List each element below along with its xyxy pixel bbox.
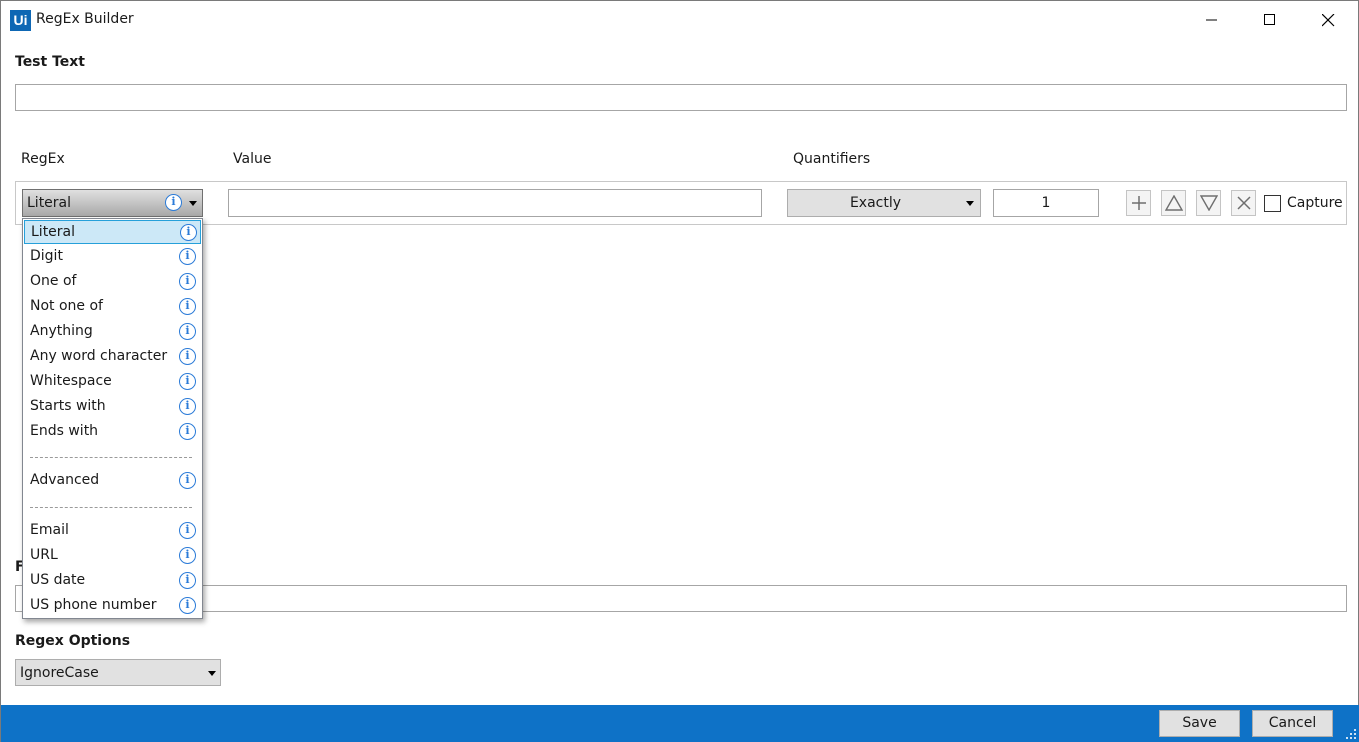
info-icon[interactable]: i <box>180 224 197 241</box>
dropdown-item-label: Anything <box>30 323 93 339</box>
regex-options-label: Regex Options <box>15 633 131 649</box>
triangle-down-icon <box>1199 195 1218 211</box>
info-icon[interactable]: i <box>179 572 196 589</box>
dropdown-item-anything[interactable]: Anything i <box>24 320 201 344</box>
capture-checkbox[interactable] <box>1264 195 1281 212</box>
chevron-down-icon <box>208 671 216 676</box>
dropdown-item-label: Digit <box>30 248 63 264</box>
regex-column-label: RegEx <box>21 151 65 167</box>
chevron-down-icon <box>966 201 974 206</box>
dropdown-item-whitespace[interactable]: Whitespace i <box>24 370 201 394</box>
quantifier-value: Exactly <box>849 195 902 211</box>
dropdown-item-label: Any word character <box>30 348 168 364</box>
regex-options-value: IgnoreCase <box>20 665 99 681</box>
value-input[interactable] <box>228 189 762 217</box>
uipath-logo-icon: Ui <box>10 10 31 31</box>
info-icon[interactable]: i <box>179 323 196 340</box>
plus-icon <box>1131 196 1146 210</box>
info-icon[interactable]: i <box>179 248 196 265</box>
dropdown-separator <box>30 457 192 458</box>
save-button[interactable]: Save <box>1159 710 1240 737</box>
add-row-button[interactable] <box>1126 190 1151 216</box>
regex-type-combo[interactable]: Literal i <box>22 189 203 217</box>
dropdown-separator <box>30 507 192 508</box>
quantifiers-column-label: Quantifiers <box>793 151 871 167</box>
dropdown-item-url[interactable]: URL i <box>24 544 201 568</box>
dropdown-item-one-of[interactable]: One of i <box>24 270 201 294</box>
close-button[interactable] <box>1299 1 1357 39</box>
info-icon[interactable]: i <box>165 194 182 211</box>
dropdown-item-label: One of <box>30 273 77 289</box>
maximize-button[interactable] <box>1241 1 1299 39</box>
delete-row-button[interactable] <box>1231 190 1256 216</box>
dropdown-item-us-phone-number[interactable]: US phone number i <box>24 594 201 618</box>
info-icon[interactable]: i <box>179 547 196 564</box>
dropdown-item-label: Whitespace <box>30 373 112 389</box>
dropdown-item-label: Ends with <box>30 423 99 439</box>
dropdown-item-starts-with[interactable]: Starts with i <box>24 395 201 419</box>
quantifier-combo[interactable]: Exactly <box>787 189 981 217</box>
dropdown-item-label: US phone number <box>30 597 157 613</box>
quantifier-count-input[interactable]: 1 <box>993 189 1099 217</box>
dropdown-item-literal[interactable]: Literal i <box>24 220 201 244</box>
minimize-button[interactable] <box>1183 1 1241 39</box>
regex-builder-window: Ui RegEx Builder Test Text RegEx Value Q… <box>0 0 1359 742</box>
move-up-button[interactable] <box>1161 190 1186 216</box>
dropdown-item-label: Starts with <box>30 398 106 414</box>
result-input[interactable] <box>15 585 1347 612</box>
cancel-button[interactable]: Cancel <box>1252 710 1333 737</box>
info-icon[interactable]: i <box>179 348 196 365</box>
resize-grip-icon[interactable] <box>1345 728 1357 740</box>
regex-type-dropdown: Literal i Digit i One of i Not one of i … <box>22 218 203 619</box>
window-title: RegEx Builder <box>36 11 134 27</box>
dropdown-item-ends-with[interactable]: Ends with i <box>24 420 201 444</box>
dropdown-item-any-word-character[interactable]: Any word character i <box>24 345 201 369</box>
info-icon[interactable]: i <box>179 373 196 390</box>
title-bar: Ui RegEx Builder <box>1 1 1358 39</box>
test-text-label: Test Text <box>15 54 85 70</box>
dropdown-item-label: Email <box>30 522 69 538</box>
dropdown-item-label: Not one of <box>30 298 103 314</box>
value-column-label: Value <box>233 151 272 167</box>
close-icon <box>1321 13 1334 26</box>
info-icon[interactable]: i <box>179 298 196 315</box>
info-icon[interactable]: i <box>179 273 196 290</box>
dropdown-item-us-date[interactable]: US date i <box>24 569 201 593</box>
info-icon[interactable]: i <box>179 423 196 440</box>
dropdown-item-email[interactable]: Email i <box>24 519 201 543</box>
info-icon[interactable]: i <box>179 597 196 614</box>
capture-label: Capture <box>1287 195 1343 211</box>
footer-bar <box>1 705 1359 742</box>
info-icon[interactable]: i <box>179 472 196 489</box>
dropdown-item-digit[interactable]: Digit i <box>24 245 201 269</box>
test-text-input[interactable] <box>15 84 1347 111</box>
info-icon[interactable]: i <box>179 522 196 539</box>
info-icon[interactable]: i <box>179 398 196 415</box>
regex-type-value: Literal <box>27 195 72 211</box>
dropdown-item-advanced[interactable]: Advanced i <box>24 469 201 493</box>
minimize-icon <box>1206 19 1217 21</box>
chevron-down-icon <box>189 201 197 206</box>
dropdown-item-not-one-of[interactable]: Not one of i <box>24 295 201 319</box>
maximize-icon <box>1264 14 1275 25</box>
dropdown-item-label: Literal <box>31 224 76 240</box>
dropdown-item-label: URL <box>30 547 58 563</box>
move-down-button[interactable] <box>1196 190 1221 216</box>
dropdown-item-label: US date <box>30 572 86 588</box>
triangle-up-icon <box>1164 195 1183 211</box>
regex-options-combo[interactable]: IgnoreCase <box>15 659 221 686</box>
delete-x-icon <box>1236 196 1251 210</box>
dropdown-item-label: Advanced <box>30 472 100 488</box>
